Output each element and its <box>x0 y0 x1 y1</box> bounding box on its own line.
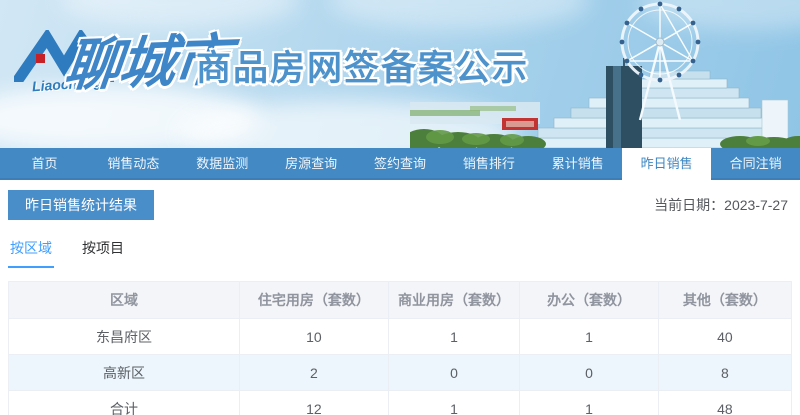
nav-item-contract-cancellation[interactable]: 合同注销 <box>711 148 800 180</box>
nav-item-cumulative-sales[interactable]: 累计销售 <box>533 148 622 180</box>
cloud-decoration <box>640 0 800 30</box>
nav-item-sales-dynamics[interactable]: 销售动态 <box>89 148 178 180</box>
content: 昨日销售统计结果 当前日期：2023-7-27 按区域 按项目 区域 住宅用房（… <box>0 190 800 415</box>
nav-item-home[interactable]: 首页 <box>0 148 89 180</box>
main-nav: 首页 销售动态 数据监测 房源查询 签约查询 销售排行 累计销售 昨日销售 合同… <box>0 148 800 180</box>
cell-commercial: 1 <box>388 319 520 355</box>
view-tabs: 按区域 按项目 <box>8 234 792 268</box>
cell-region: 东昌府区 <box>9 319 240 355</box>
cell-office: 1 <box>520 391 659 415</box>
section-title-badge: 昨日销售统计结果 <box>8 190 154 220</box>
cell-region: 合计 <box>9 391 240 415</box>
column-header-commercial: 商业用房（套数） <box>388 282 520 319</box>
cell-residential: 10 <box>239 319 388 355</box>
cell-commercial: 0 <box>388 355 520 391</box>
cell-office: 0 <box>520 355 659 391</box>
nav-item-contract-query[interactable]: 签约查询 <box>356 148 445 180</box>
cell-other: 48 <box>658 391 791 415</box>
tab-by-project[interactable]: 按项目 <box>80 234 126 268</box>
tab-by-region[interactable]: 按区域 <box>8 234 54 268</box>
column-header-other: 其他（套数） <box>658 282 791 319</box>
current-date: 当前日期：2023-7-27 <box>654 195 792 215</box>
cell-residential: 2 <box>239 355 388 391</box>
column-header-residential: 住宅用房（套数） <box>239 282 388 319</box>
content-header: 昨日销售统计结果 当前日期：2023-7-27 <box>8 190 792 220</box>
site-title: 商品房网签备案公示 <box>196 40 529 91</box>
table-row-total: 合计 12 1 1 48 <box>9 391 792 415</box>
sales-table: 区域 住宅用房（套数） 商业用房（套数） 办公（套数） 其他（套数） 东昌府区 … <box>8 281 792 415</box>
cloud-decoration <box>330 0 590 30</box>
cell-commercial: 1 <box>388 391 520 415</box>
column-header-office: 办公（套数） <box>520 282 659 319</box>
table-row: 高新区 2 0 0 8 <box>9 355 792 391</box>
cell-residential: 12 <box>239 391 388 415</box>
cell-other: 8 <box>658 355 791 391</box>
site-header: Liaocheng 聊城市 商品房网签备案公示 <box>0 0 800 148</box>
nav-item-data-monitoring[interactable]: 数据监测 <box>178 148 267 180</box>
nav-item-listing-query[interactable]: 房源查询 <box>267 148 356 180</box>
nav-item-sales-ranking[interactable]: 销售排行 <box>444 148 533 180</box>
table-header-row: 区域 住宅用房（套数） 商业用房（套数） 办公（套数） 其他（套数） <box>9 282 792 319</box>
cell-office: 1 <box>520 319 659 355</box>
nav-item-yesterday-sales[interactable]: 昨日销售 <box>622 148 711 180</box>
column-header-region: 区域 <box>9 282 240 319</box>
table-row: 东昌府区 10 1 1 40 <box>9 319 792 355</box>
cell-region: 高新区 <box>9 355 240 391</box>
page: Liaocheng 聊城市 商品房网签备案公示 首页 销售动态 数据监测 房源查… <box>0 0 800 415</box>
cell-other: 40 <box>658 319 791 355</box>
